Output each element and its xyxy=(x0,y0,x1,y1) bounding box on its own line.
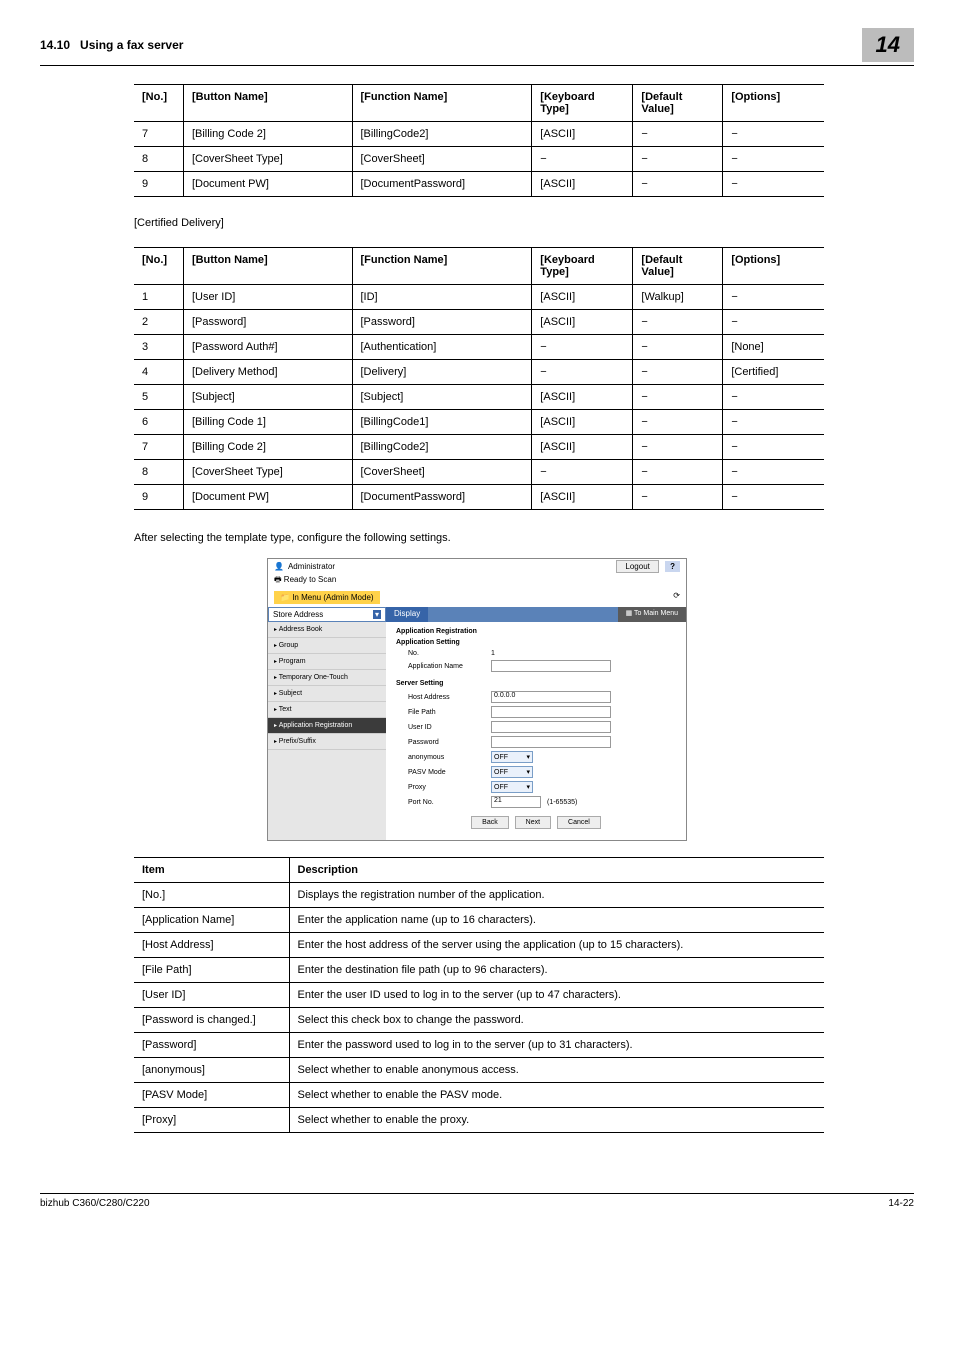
userid-label: User ID xyxy=(396,724,491,731)
table-1: [No.][Button Name][Function Name][Keyboa… xyxy=(134,84,824,197)
instruction-paragraph: After selecting the template type, confi… xyxy=(134,532,914,544)
page-footer: bizhub C360/C280/C220 14-22 xyxy=(40,1193,914,1209)
table-row: [File Path]Enter the destination file pa… xyxy=(134,958,824,983)
table-row: 1[User ID][ID][ASCII][Walkup]− xyxy=(134,285,824,310)
col-header: Description xyxy=(289,858,824,883)
app-registration-heading: Application Registration xyxy=(396,628,676,635)
filepath-label: File Path xyxy=(396,709,491,716)
host-label: Host Address xyxy=(396,694,491,701)
sidebar-item[interactable]: Text xyxy=(268,702,386,718)
host-input[interactable]: 0.0.0.0 xyxy=(491,691,611,703)
printer-icon: 🖶 xyxy=(274,575,282,584)
appname-label: Application Name xyxy=(396,663,491,670)
app-setting-heading: Application Setting xyxy=(396,639,676,646)
userid-input[interactable] xyxy=(491,721,611,733)
table-row: [anonymous]Select whether to enable anon… xyxy=(134,1058,824,1083)
page-header: 14.10 Using a fax server 14 xyxy=(40,28,914,66)
port-label: Port No. xyxy=(396,799,491,806)
table-row: 9[Document PW][DocumentPassword][ASCII]−… xyxy=(134,172,824,197)
col-header: [Options] xyxy=(723,248,824,285)
port-range: (1-65535) xyxy=(547,799,577,806)
table-row: [Password]Enter the password used to log… xyxy=(134,1033,824,1058)
pasv-select[interactable]: OFF▾ xyxy=(491,766,533,778)
anon-label: anonymous xyxy=(396,754,491,761)
footer-page: 14-22 xyxy=(888,1198,914,1209)
table-row: [PASV Mode]Select whether to enable the … xyxy=(134,1083,824,1108)
section-title: 14.10 Using a fax server xyxy=(40,38,183,52)
sidebar-item[interactable]: Temporary One-Touch xyxy=(268,670,386,686)
appname-input[interactable] xyxy=(491,660,611,672)
table-row: [Host Address]Enter the host address of … xyxy=(134,933,824,958)
mode-indicator: 📁 In Menu (Admin Mode) xyxy=(274,591,380,604)
col-header: [Keyboard Type] xyxy=(532,85,633,122)
sidebar-item[interactable]: Group xyxy=(268,638,386,654)
server-setting-heading: Server Setting xyxy=(396,680,676,687)
cancel-button[interactable]: Cancel xyxy=(557,816,601,829)
sidebar-item[interactable]: Address Book xyxy=(268,622,386,638)
sidebar-item[interactable]: Subject xyxy=(268,686,386,702)
col-header: [No.] xyxy=(134,85,183,122)
footer-model: bizhub C360/C280/C220 xyxy=(40,1198,150,1209)
proxy-label: Proxy xyxy=(396,784,491,791)
admin-label: Administrator xyxy=(288,562,335,571)
table-2: [No.][Button Name][Function Name][Keyboa… xyxy=(134,247,824,510)
sidebar-item[interactable]: Application Registration xyxy=(268,718,386,734)
col-header: [Default Value] xyxy=(633,248,723,285)
table-row: 8[CoverSheet Type][CoverSheet]−−− xyxy=(134,147,824,172)
chapter-badge: 14 xyxy=(862,28,914,62)
description-table: ItemDescription[No.]Displays the registr… xyxy=(134,857,824,1133)
table-row: 6[Billing Code 1][BillingCode1][ASCII]−− xyxy=(134,410,824,435)
anon-select[interactable]: OFF▾ xyxy=(491,751,533,763)
sidebar-item[interactable]: Program xyxy=(268,654,386,670)
no-label: No. xyxy=(396,650,491,657)
pasv-label: PASV Mode xyxy=(396,769,491,776)
certified-delivery-subhead: [Certified Delivery] xyxy=(134,217,914,229)
help-icon[interactable]: ? xyxy=(665,561,680,572)
store-address-select[interactable]: Store Address▾ xyxy=(268,607,386,622)
col-header: [Default Value] xyxy=(633,85,723,122)
admin-screenshot: 👤Administrator Logout ? 🖶 Ready to Scan … xyxy=(267,558,687,841)
col-header: [Button Name] xyxy=(183,248,352,285)
table-row: [Application Name]Enter the application … xyxy=(134,908,824,933)
password-input[interactable] xyxy=(491,736,611,748)
table-row: [No.]Displays the registration number of… xyxy=(134,883,824,908)
display-button[interactable]: Display xyxy=(386,607,428,622)
col-header: [Function Name] xyxy=(352,248,532,285)
logout-button[interactable]: Logout xyxy=(616,560,658,573)
table-row: 9[Document PW][DocumentPassword][ASCII]−… xyxy=(134,485,824,510)
col-header: Item xyxy=(134,858,289,883)
ready-label: Ready to Scan xyxy=(284,575,336,584)
table-row: 8[CoverSheet Type][CoverSheet]−−− xyxy=(134,460,824,485)
table-row: [User ID]Enter the user ID used to log i… xyxy=(134,983,824,1008)
table-row: [Password is changed.]Select this check … xyxy=(134,1008,824,1033)
table-row: 7[Billing Code 2][BillingCode2][ASCII]−− xyxy=(134,435,824,460)
table-row: 4[Delivery Method][Delivery]−−[Certified… xyxy=(134,360,824,385)
table-row: 5[Subject][Subject][ASCII]−− xyxy=(134,385,824,410)
sidebar-nav: Address BookGroupProgramTemporary One-To… xyxy=(268,622,386,840)
table-row: 3[Password Auth#][Authentication]−−[None… xyxy=(134,335,824,360)
filepath-input[interactable] xyxy=(491,706,611,718)
next-button[interactable]: Next xyxy=(515,816,551,829)
password-label: Password xyxy=(396,739,491,746)
table-row: 7[Billing Code 2][BillingCode2][ASCII]−− xyxy=(134,122,824,147)
no-value: 1 xyxy=(491,650,495,657)
col-header: [Button Name] xyxy=(183,85,352,122)
table-row: 2[Password][Password][ASCII]−− xyxy=(134,310,824,335)
to-main-menu-button[interactable]: ▦ To Main Menu xyxy=(618,607,686,622)
proxy-select[interactable]: OFF▾ xyxy=(491,781,533,793)
refresh-icon[interactable]: ⟳ xyxy=(673,591,680,600)
col-header: [Function Name] xyxy=(352,85,532,122)
back-button[interactable]: Back xyxy=(471,816,509,829)
col-header: [Options] xyxy=(723,85,824,122)
table-row: [Proxy]Select whether to enable the prox… xyxy=(134,1108,824,1133)
col-header: [No.] xyxy=(134,248,183,285)
col-header: [Keyboard Type] xyxy=(532,248,633,285)
sidebar-item[interactable]: Prefix/Suffix xyxy=(268,734,386,750)
user-icon: 👤 xyxy=(274,562,284,571)
port-input[interactable]: 21 xyxy=(491,796,541,808)
